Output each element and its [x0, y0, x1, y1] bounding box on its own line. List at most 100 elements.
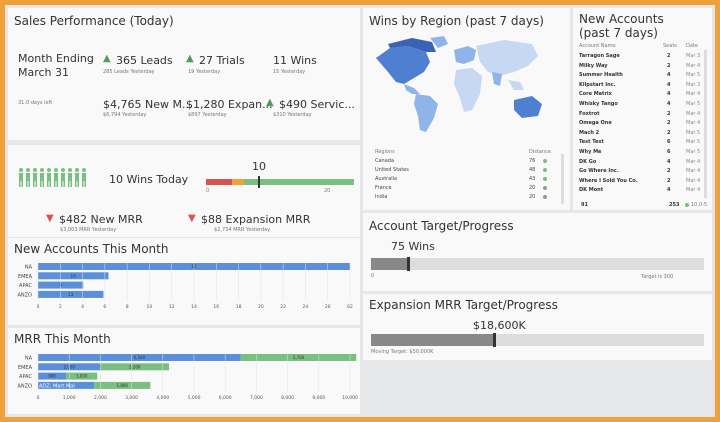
bar-value-label: 3,700: [293, 355, 305, 360]
region-dot: [543, 195, 547, 199]
account-seats: 4: [667, 91, 671, 98]
account-name: Mach 2: [579, 129, 600, 136]
account-progress-marker: [406, 257, 410, 271]
account-name: Go Where Inc.: [579, 168, 619, 175]
account-name: Milky Way: [579, 62, 608, 69]
region-row[interactable]: India 20: [375, 194, 557, 202]
new-accounts-month-chart: NA 62EMEA 14APAC 9ANZO 130 2 4 6 8 10 12 14 16 18 20 22…: [17, 263, 353, 310]
new-mrr-sub: $6,794 Yesterday: [103, 112, 147, 118]
x-tick-label: 3,000: [125, 395, 138, 401]
gauge-min: 0: [206, 188, 210, 194]
account-date: Mar 4: [686, 62, 701, 69]
expansion-value: $1,280 Expan...: [186, 98, 273, 111]
expansion-progress-marker: [493, 333, 497, 347]
account-name-header: Account Name: [579, 43, 616, 49]
account-row[interactable]: Milky Way 2 Mar 4: [579, 63, 703, 71]
account-row[interactable]: DK Mont 4 Mar 4: [579, 187, 703, 195]
person-icon: [54, 168, 58, 187]
expansion-target-label: Moving Target: $50,000K: [371, 349, 434, 355]
account-row[interactable]: Test Test 6 Mar 5: [579, 139, 703, 147]
x-tick-label: 9,000: [312, 395, 325, 401]
account-row[interactable]: Mach 2 2 Mar 5: [579, 130, 703, 138]
region-row[interactable]: Canada 76: [375, 158, 557, 166]
gauge-max: 20: [324, 188, 331, 194]
region-dot: [543, 186, 547, 190]
account-row[interactable]: Foxtrot 2 Mar 4: [579, 111, 703, 119]
account-progress-fill: [371, 258, 408, 270]
person-icon: [47, 168, 51, 187]
wins-expansion-mrr: $88 Expansion MRR: [201, 213, 311, 226]
account-seats: 2: [667, 62, 671, 69]
region-row[interactable]: Australia 43: [375, 176, 557, 184]
x-tick-label: 0: [37, 395, 40, 401]
accounts-footer-count: 91: [581, 202, 588, 208]
account-row[interactable]: Go Where Inc. 2 Mar 4: [579, 168, 703, 176]
person-icon: [26, 168, 30, 187]
x-tick-label: 6: [103, 304, 106, 310]
account-name: Summer Health: [579, 72, 623, 79]
account-row[interactable]: Summer Health 4 Mar 5: [579, 72, 703, 80]
x-tick-label: 22: [280, 304, 286, 310]
x-tick-label: 24: [303, 304, 309, 310]
new-mrr-down-icon: ▼: [46, 213, 54, 224]
month-ending-label: Month Ending: [18, 52, 94, 65]
region-name: United States: [375, 167, 409, 173]
account-name: Foxtrot: [579, 110, 600, 117]
x-tick-label: 18: [236, 304, 242, 310]
bar-value-label: 1,000: [76, 374, 88, 379]
account-seats: 4: [667, 187, 671, 194]
expansion-progress-bar: [371, 333, 704, 347]
account-date: Mar 5: [686, 101, 701, 107]
account-date: Mar 4: [686, 168, 701, 175]
x-tick-label: 7,000: [250, 395, 263, 401]
x-tick-label: 2: [59, 304, 62, 310]
category-label: EMEA: [18, 274, 33, 280]
account-row[interactable]: Klipstart Inc. 4 Mar 3: [579, 82, 703, 90]
leads-value: 365 Leads: [116, 54, 173, 67]
account-seats: 2: [667, 129, 671, 136]
region-row[interactable]: France 20: [375, 185, 557, 193]
account-row[interactable]: Where I Sold You Co. 2 Mar 4: [579, 178, 703, 186]
accounts-scrollbar[interactable]: [704, 50, 707, 198]
x-tick-label: 1,000: [63, 395, 76, 401]
account-progress-bar: [371, 257, 704, 271]
x-tick-label: 4,000: [156, 395, 169, 401]
account-row[interactable]: DK Go 4 Mar 4: [579, 159, 703, 167]
account-seats: 2: [667, 120, 671, 127]
account-row[interactable]: Why Me 6 Mar 5: [579, 149, 703, 157]
accounts-footer-seats: 253: [669, 202, 680, 208]
region-name: Australia: [375, 176, 398, 182]
account-row[interactable]: Omega One 2 Mar 4: [579, 120, 703, 128]
account-target-min: 0: [371, 273, 375, 279]
world-map: [376, 36, 542, 132]
region-row[interactable]: United States 48: [375, 167, 557, 175]
account-name: Tarragon Sage: [579, 53, 620, 59]
map-north-america: [376, 46, 430, 84]
account-seats: 4: [667, 72, 671, 79]
account-seats: 4: [667, 101, 671, 107]
wins-today-panel: 10 Wins Today 10 0 20 ▼ $482 New MRR $3,…: [8, 145, 360, 237]
region-value: 20: [529, 185, 536, 191]
account-date: Mar 3: [686, 81, 701, 88]
x-tick-label: 5,000: [188, 395, 201, 401]
wins-gauge: [206, 176, 354, 188]
account-name: DK Go: [579, 158, 597, 165]
account-row[interactable]: Tarragon Sage 2 Mar 3: [579, 53, 703, 61]
category-label: ANZO: [17, 383, 32, 389]
map-asia: [476, 40, 538, 76]
account-row[interactable]: Core Matrix 4 Mar 4: [579, 91, 703, 99]
account-date: Mar 3: [686, 53, 701, 59]
account-row[interactable]: Whisky Tango 4 Mar 5: [579, 101, 703, 109]
wins-expansion-mrr-sub: $2,734 MRR Yesterday: [214, 227, 271, 233]
account-date: Mar 4: [686, 177, 701, 184]
bar-value-label: 6,500: [134, 355, 146, 360]
account-date: Mar 4: [686, 120, 701, 127]
account-seats: 2: [667, 177, 671, 184]
new-accounts-title-line1: New Accounts: [579, 12, 664, 26]
new-mrr-value: $4,765 New M...: [103, 98, 193, 111]
trials-value: 27 Trials: [199, 54, 245, 67]
region-scrollbar[interactable]: [561, 154, 564, 204]
footer-green-dot: [685, 203, 689, 207]
expansion-sub: $897 Yesterday: [188, 112, 227, 118]
region-name: India: [375, 194, 388, 200]
